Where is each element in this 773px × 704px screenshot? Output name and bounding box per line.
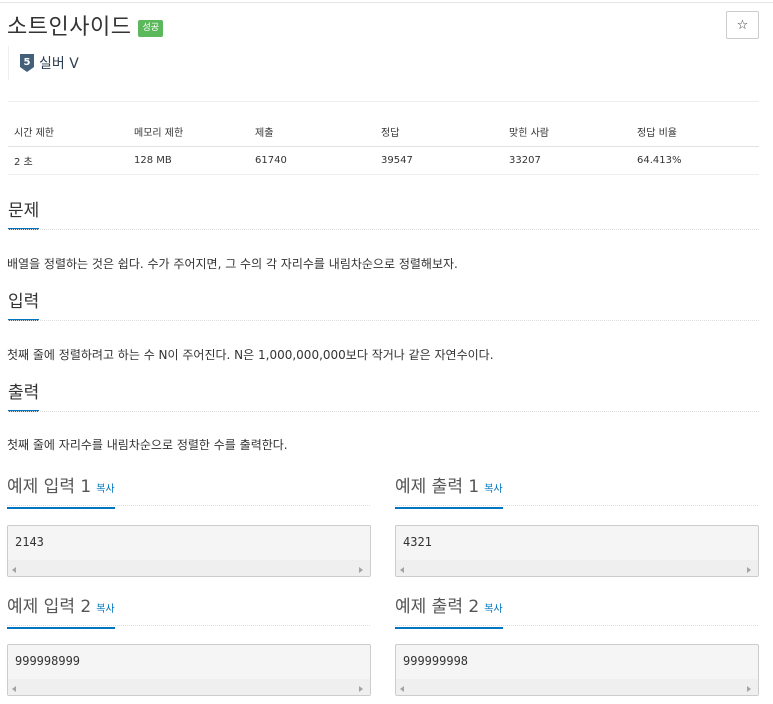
scroll-right-icon[interactable] — [359, 567, 363, 573]
input-text: 첫째 줄에 정렬하려고 하는 수 N이 주어진다. N은 1,000,000,0… — [7, 348, 494, 362]
tier-label: 실버 V — [39, 56, 79, 72]
horizontal-scrollbar[interactable] — [396, 679, 758, 695]
header-solved-users: 맞힌 사람 — [503, 118, 631, 147]
cell-solved-users: 33207 — [503, 146, 631, 175]
silver-5-tier-icon: 5 — [20, 54, 34, 72]
scroll-right-icon[interactable] — [747, 686, 751, 692]
sample-output-1-box: 4321 — [395, 525, 759, 577]
dotted-divider — [395, 625, 758, 626]
table-header-row: 시간 제한 메모리 제한 제출 정답 맞힌 사람 정답 비율 — [8, 118, 759, 147]
copy-button[interactable]: 복사 — [96, 604, 114, 615]
bookmark-button[interactable]: ☆ — [726, 11, 759, 39]
problem-title: 소트인사이드 — [7, 15, 132, 40]
problem-info-table: 시간 제한 메모리 제한 제출 정답 맞힌 사람 정답 비율 2 초 128 M… — [8, 118, 759, 175]
dotted-divider — [8, 229, 759, 230]
problem-header: 소트인사이드 성공 — [7, 10, 164, 40]
scroll-right-icon[interactable] — [359, 686, 363, 692]
scroll-left-icon[interactable] — [400, 686, 404, 692]
sample-input-1-box: 2143 — [7, 525, 371, 577]
scroll-left-icon[interactable] — [12, 686, 16, 692]
divider — [8, 101, 759, 102]
star-icon: ☆ — [736, 17, 749, 33]
cell-submissions: 61740 — [249, 146, 375, 175]
description-title: 문제 — [8, 200, 40, 230]
horizontal-scrollbar[interactable] — [8, 560, 370, 576]
dotted-divider — [7, 625, 370, 626]
description-section-header: 문제 — [8, 200, 759, 230]
sample-output-2-value: 999999998 — [403, 654, 469, 668]
cell-time-limit: 2 초 — [8, 146, 128, 175]
header-submissions: 제출 — [249, 118, 375, 147]
output-title: 출력 — [8, 382, 40, 412]
scroll-right-icon[interactable] — [747, 567, 751, 573]
sample-output-2-header: 예제 출력 2 복사 — [395, 596, 758, 629]
horizontal-scrollbar[interactable] — [396, 560, 758, 576]
header-time-limit: 시간 제한 — [8, 118, 128, 147]
cell-accepted: 39547 — [375, 146, 503, 175]
sample-input-1-value: 2143 — [15, 535, 44, 549]
output-text: 첫째 줄에 자리수를 내림차순으로 정렬한 수를 출력한다. — [7, 438, 288, 452]
copy-button[interactable]: 복사 — [96, 484, 114, 495]
header-memory-limit: 메모리 제한 — [128, 118, 249, 147]
input-title: 입력 — [8, 291, 40, 321]
dotted-divider — [395, 505, 758, 506]
sample-input-2-box: 999998999 — [7, 644, 371, 696]
tier-info[interactable]: 5 실버 V — [8, 46, 79, 80]
dotted-divider — [8, 411, 759, 412]
dotted-divider — [7, 505, 370, 506]
tier-number: 5 — [24, 57, 31, 68]
scroll-left-icon[interactable] — [400, 567, 404, 573]
header-accept-rate: 정답 비율 — [631, 118, 759, 147]
cell-memory-limit: 128 MB — [128, 146, 249, 175]
copy-button[interactable]: 복사 — [484, 604, 502, 615]
sample-output-1-value: 4321 — [403, 535, 432, 549]
copy-button[interactable]: 복사 — [484, 484, 502, 495]
scroll-left-icon[interactable] — [12, 567, 16, 573]
output-section-header: 출력 — [8, 382, 759, 412]
status-badge: 성공 — [138, 19, 164, 37]
input-section-header: 입력 — [8, 291, 759, 321]
sample-input-2-header: 예제 입력 2 복사 — [7, 596, 370, 629]
sample-input-2-value: 999998999 — [15, 654, 81, 668]
table-row: 2 초 128 MB 61740 39547 33207 64.413% — [8, 146, 759, 175]
description-text: 배열을 정렬하는 것은 쉽다. 수가 주어지면, 그 수의 각 자리수를 내림차… — [7, 257, 458, 271]
top-border — [0, 2, 773, 3]
header-accepted: 정답 — [375, 118, 503, 147]
sample-input-1-header: 예제 입력 1 복사 — [7, 476, 370, 509]
sample-output-2-box: 999999998 — [395, 644, 759, 696]
dotted-divider — [8, 320, 759, 321]
cell-accept-rate: 64.413% — [631, 146, 759, 175]
horizontal-scrollbar[interactable] — [8, 679, 370, 695]
sample-output-1-header: 예제 출력 1 복사 — [395, 476, 758, 509]
